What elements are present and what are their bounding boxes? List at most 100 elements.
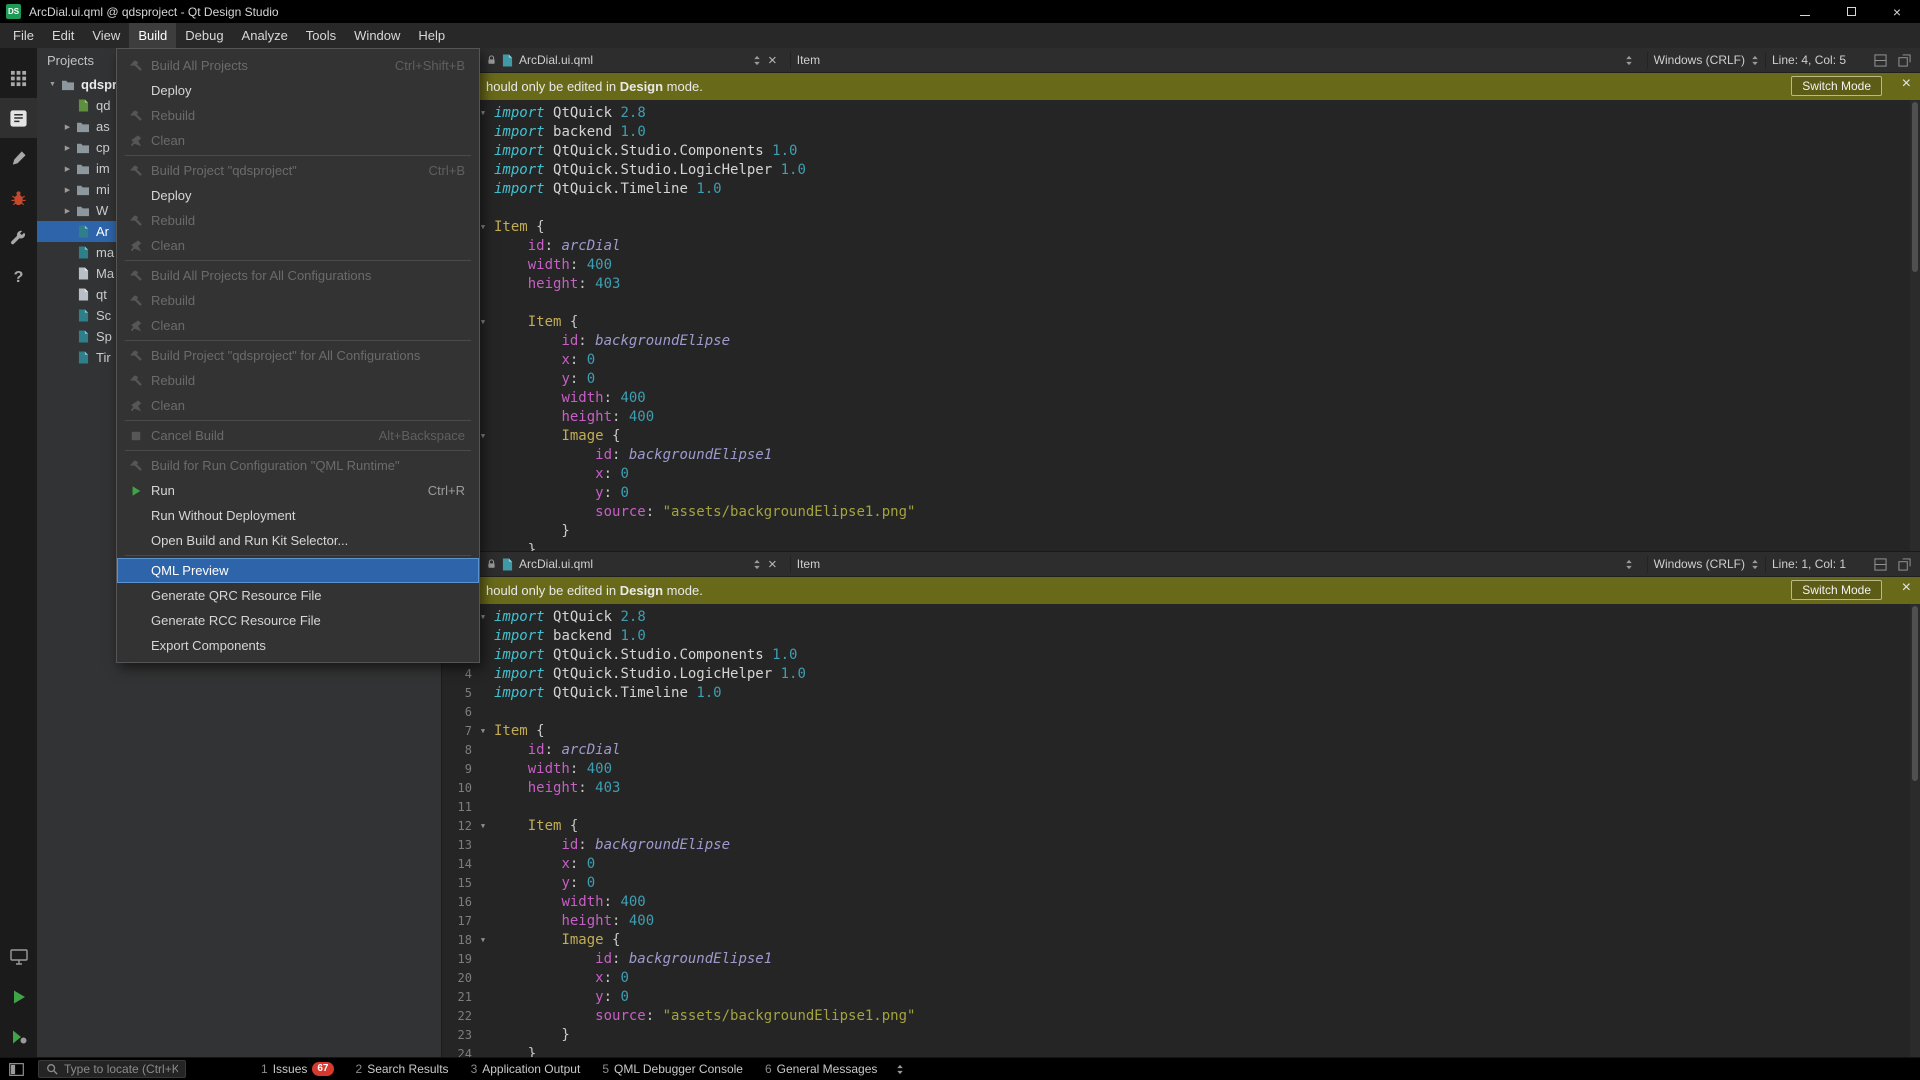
close-button[interactable]: × xyxy=(1874,0,1920,23)
expander-icon[interactable]: ▶ xyxy=(60,186,75,194)
output-pane-issues[interactable]: 1Issues67 xyxy=(250,1058,345,1080)
close-document-button[interactable]: × xyxy=(761,52,784,69)
code-line[interactable]: 21 y: 0 xyxy=(442,484,1920,503)
code-line[interactable]: 9 width: 400 xyxy=(442,760,1920,779)
menu-debug[interactable]: Debug xyxy=(176,23,232,48)
warning-close-icon[interactable]: × xyxy=(1902,579,1911,597)
minimize-button[interactable] xyxy=(1782,0,1828,23)
editor-scrollbar[interactable] xyxy=(1910,604,1920,1057)
code-line[interactable]: 15 y: 0 xyxy=(442,874,1920,893)
code-line[interactable]: 12▼ Item { xyxy=(442,817,1920,836)
switch-mode-button[interactable]: Switch Mode xyxy=(1791,580,1882,600)
open-in-window-button[interactable] xyxy=(1892,558,1916,571)
code-line[interactable]: 18▼ Image { xyxy=(442,931,1920,950)
output-pane-application-output[interactable]: 3Application Output xyxy=(460,1058,592,1080)
code-line[interactable]: 11 xyxy=(442,798,1920,817)
code-line[interactable]: 11 xyxy=(442,294,1920,313)
code-line[interactable]: 18▼ Image { xyxy=(442,427,1920,446)
code-line[interactable]: 16 width: 400 xyxy=(442,389,1920,408)
symbol-dropdown[interactable]: Item xyxy=(797,53,1641,67)
code-line[interactable]: 5import QtQuick.Timeline 1.0 xyxy=(442,180,1920,199)
menu-file[interactable]: File xyxy=(4,23,43,48)
menu-item-deploy[interactable]: Deploy xyxy=(117,78,479,103)
maximize-button[interactable] xyxy=(1828,0,1874,23)
warning-close-icon[interactable]: × xyxy=(1902,75,1911,93)
code-line[interactable]: 3import QtQuick.Studio.Components 1.0 xyxy=(442,142,1920,161)
kit-selector-icon[interactable] xyxy=(0,937,37,977)
toggle-left-sidebar-button[interactable] xyxy=(0,1063,32,1076)
menu-item-export-components[interactable]: Export Components xyxy=(117,633,479,658)
editor-scrollbar[interactable] xyxy=(1910,100,1920,551)
expander-icon[interactable]: ▼ xyxy=(45,81,60,88)
menu-tools[interactable]: Tools xyxy=(297,23,345,48)
code-line[interactable]: 15 y: 0 xyxy=(442,370,1920,389)
code-line[interactable]: 1▼import QtQuick 2.8 xyxy=(442,608,1920,627)
expander-icon[interactable]: ▶ xyxy=(60,123,75,131)
menu-analyze[interactable]: Analyze xyxy=(233,23,297,48)
code-line[interactable]: 19 id: backgroundElipse1 xyxy=(442,950,1920,969)
menu-help[interactable]: Help xyxy=(409,23,454,48)
close-document-button[interactable]: × xyxy=(761,556,784,573)
welcome-mode-icon[interactable] xyxy=(0,58,37,98)
menu-item-generate-rcc-resource-file[interactable]: Generate RCC Resource File xyxy=(117,608,479,633)
menu-window[interactable]: Window xyxy=(345,23,409,48)
output-pane-arrows-icon[interactable] xyxy=(888,1064,912,1075)
code-line[interactable]: 21 y: 0 xyxy=(442,988,1920,1007)
debug-mode-icon[interactable] xyxy=(0,178,37,218)
menu-item-deploy[interactable]: Deploy xyxy=(117,183,479,208)
code-line[interactable]: 10 height: 403 xyxy=(442,779,1920,798)
code-line[interactable]: 2import backend 1.0 xyxy=(442,627,1920,646)
fold-marker-icon[interactable]: ▼ xyxy=(472,931,494,950)
open-in-window-button[interactable] xyxy=(1892,54,1916,67)
code-line[interactable]: 17 height: 400 xyxy=(442,408,1920,427)
code-line[interactable]: 9 width: 400 xyxy=(442,256,1920,275)
code-line[interactable]: 22 source: "assets/backgroundElipse1.png… xyxy=(442,1007,1920,1026)
switch-mode-button[interactable]: Switch Mode xyxy=(1791,76,1882,96)
code-line[interactable]: 7▼Item { xyxy=(442,722,1920,741)
code-line[interactable]: 24 } xyxy=(442,1045,1920,1057)
code-editor[interactable]: 1▼import QtQuick 2.82import backend 1.03… xyxy=(442,100,1920,551)
open-document-dropdown[interactable]: ArcDial.ui.qml xyxy=(519,557,761,571)
code-line[interactable]: 23 } xyxy=(442,1026,1920,1045)
open-document-dropdown[interactable]: ArcDial.ui.qml xyxy=(519,53,761,67)
output-pane-qml-debugger-console[interactable]: 5QML Debugger Console xyxy=(591,1058,754,1080)
code-line[interactable]: 14 x: 0 xyxy=(442,351,1920,370)
expander-icon[interactable]: ▶ xyxy=(60,144,75,152)
fold-marker-icon[interactable]: ▼ xyxy=(472,817,494,836)
code-line[interactable]: 2import backend 1.0 xyxy=(442,123,1920,142)
scrollbar-thumb[interactable] xyxy=(1912,102,1918,272)
menu-item-open-build-and-run-kit-selector[interactable]: Open Build and Run Kit Selector... xyxy=(117,528,479,553)
code-line[interactable]: 1▼import QtQuick 2.8 xyxy=(442,104,1920,123)
code-line[interactable]: 13 id: backgroundElipse xyxy=(442,332,1920,351)
expander-icon[interactable]: ▶ xyxy=(60,207,75,215)
fold-marker-icon[interactable]: ▼ xyxy=(472,722,494,741)
symbol-dropdown[interactable]: Item xyxy=(797,557,1641,571)
code-line[interactable]: 8 id: arcDial xyxy=(442,237,1920,256)
code-line[interactable]: 24 } xyxy=(442,541,1920,551)
code-line[interactable]: 7▼Item { xyxy=(442,218,1920,237)
code-line[interactable]: 6 xyxy=(442,703,1920,722)
line-ending-dropdown[interactable]: Windows (CRLF) xyxy=(1654,53,1759,67)
menu-edit[interactable]: Edit xyxy=(43,23,83,48)
help-icon[interactable]: ? xyxy=(0,258,37,298)
menu-item-generate-qrc-resource-file[interactable]: Generate QRC Resource File xyxy=(117,583,479,608)
code-line[interactable]: 19 id: backgroundElipse1 xyxy=(442,446,1920,465)
expander-icon[interactable]: ▶ xyxy=(60,165,75,173)
code-line[interactable]: 3import QtQuick.Studio.Components 1.0 xyxy=(442,646,1920,665)
menu-item-run[interactable]: RunCtrl+R xyxy=(117,478,479,503)
code-line[interactable]: 16 width: 400 xyxy=(442,893,1920,912)
code-line[interactable]: 13 id: backgroundElipse xyxy=(442,836,1920,855)
code-line[interactable]: 22 source: "assets/backgroundElipse1.png… xyxy=(442,503,1920,522)
code-line[interactable]: 8 id: arcDial xyxy=(442,741,1920,760)
output-pane-search-results[interactable]: 2Search Results xyxy=(345,1058,460,1080)
code-line[interactable]: 10 height: 403 xyxy=(442,275,1920,294)
code-line[interactable]: 5import QtQuick.Timeline 1.0 xyxy=(442,684,1920,703)
edit-mode-icon[interactable] xyxy=(0,98,37,138)
menu-item-qml-preview[interactable]: QML Preview xyxy=(117,558,479,583)
scrollbar-thumb[interactable] xyxy=(1912,606,1918,781)
code-line[interactable]: 23 } xyxy=(442,522,1920,541)
run-icon[interactable] xyxy=(0,977,37,1017)
output-pane-general-messages[interactable]: 6General Messages xyxy=(754,1058,888,1080)
code-line[interactable]: 20 x: 0 xyxy=(442,465,1920,484)
split-editor-button[interactable] xyxy=(1868,54,1892,67)
